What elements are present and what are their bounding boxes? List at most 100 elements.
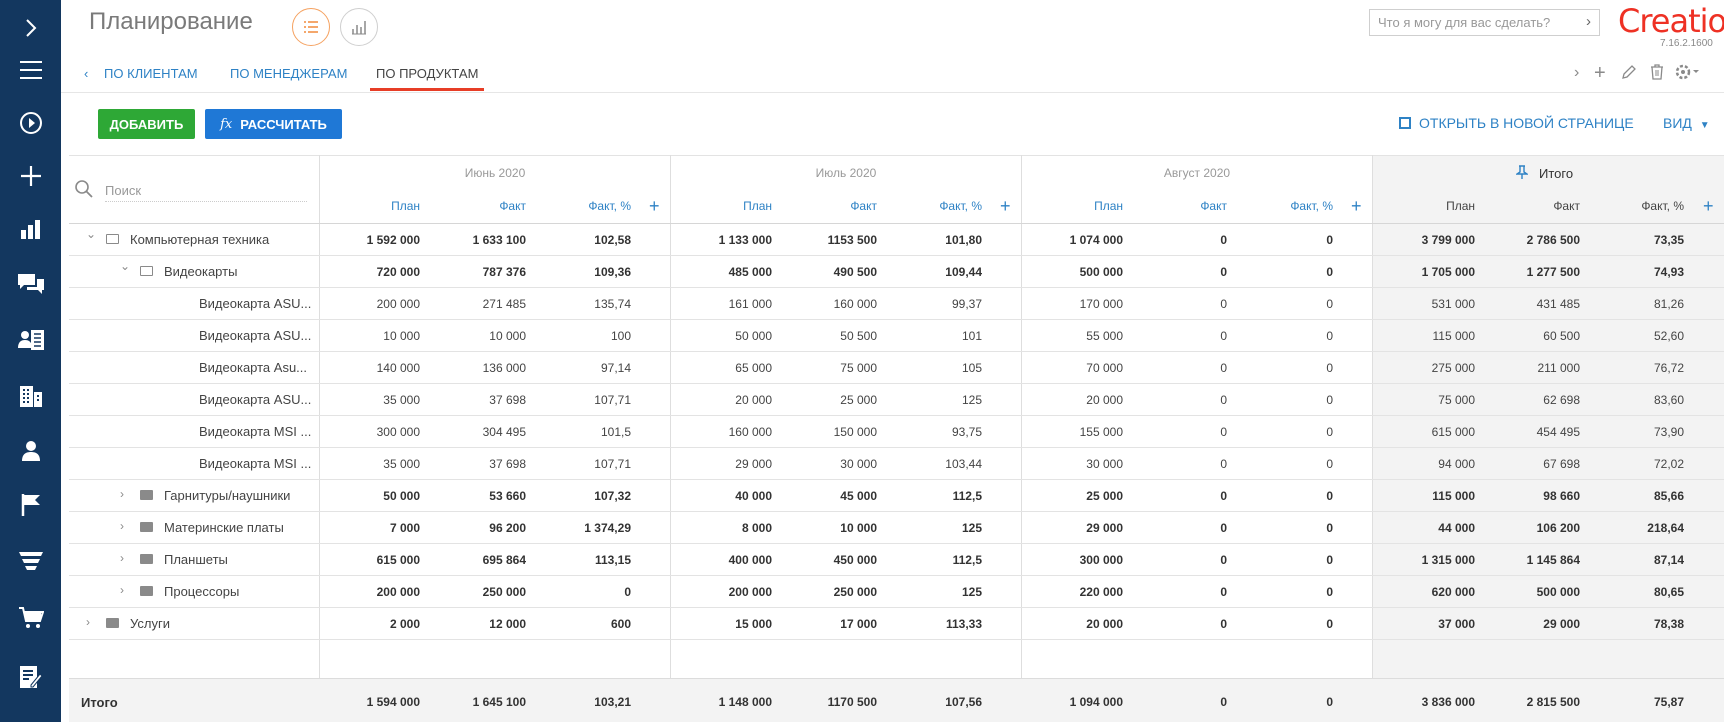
value-cell[interactable]: 0 bbox=[1238, 617, 1333, 631]
table-row[interactable]: › Гарнитуры/наушники 50 000 53 660 107,32 40 … bbox=[69, 480, 1724, 512]
value-cell[interactable]: 160 000 bbox=[677, 425, 772, 439]
value-cell[interactable]: 30 000 bbox=[1028, 457, 1123, 471]
view-menu-button[interactable]: ВИД ▼ bbox=[1663, 115, 1710, 131]
value-cell[interactable]: 1 133 000 bbox=[677, 233, 772, 247]
value-cell[interactable]: 75 000 bbox=[1380, 393, 1475, 407]
value-cell[interactable]: 72,02 bbox=[1589, 457, 1684, 471]
table-row[interactable]: › Процессоры 200 000 250 000 0 200 000 250 000… bbox=[69, 576, 1724, 608]
value-cell[interactable]: 0 bbox=[1238, 329, 1333, 343]
value-cell[interactable]: 140 000 bbox=[325, 361, 420, 375]
contact-card-icon[interactable] bbox=[0, 312, 61, 368]
value-cell[interactable]: 81,26 bbox=[1589, 297, 1684, 311]
table-row[interactable]: Видеокарта ASU... 10 000 10 000 100 50 000 50… bbox=[69, 320, 1724, 352]
value-cell[interactable]: 1 277 500 bbox=[1485, 265, 1580, 279]
value-cell[interactable]: 300 000 bbox=[1028, 553, 1123, 567]
add-button[interactable]: ДОБАВИТЬ bbox=[98, 109, 195, 139]
funnel-icon[interactable] bbox=[0, 533, 61, 589]
value-cell[interactable]: 0 bbox=[1238, 585, 1333, 599]
value-cell[interactable]: 0 bbox=[1238, 297, 1333, 311]
value-cell[interactable]: 0 bbox=[1132, 521, 1227, 535]
column-header-fact[interactable]: Факт bbox=[1490, 199, 1580, 213]
trash-icon[interactable] bbox=[1649, 64, 1665, 85]
value-cell[interactable]: 3 799 000 bbox=[1380, 233, 1475, 247]
value-cell[interactable]: 155 000 bbox=[1028, 425, 1123, 439]
value-cell[interactable]: 695 864 bbox=[431, 553, 526, 567]
value-cell[interactable]: 0 bbox=[1238, 425, 1333, 439]
chevron-right-icon[interactable]: › bbox=[86, 615, 90, 629]
value-cell[interactable]: 1 374,29 bbox=[536, 521, 631, 535]
value-cell[interactable]: 29 000 bbox=[1028, 521, 1123, 535]
value-cell[interactable]: 20 000 bbox=[1028, 617, 1123, 631]
value-cell[interactable]: 200 000 bbox=[677, 585, 772, 599]
value-cell[interactable]: 150 000 bbox=[782, 425, 877, 439]
value-cell[interactable]: 615 000 bbox=[1380, 425, 1475, 439]
add-column-icon[interactable]: + bbox=[1000, 196, 1011, 217]
value-cell[interactable]: 83,60 bbox=[1589, 393, 1684, 407]
column-header-fact-pct[interactable]: Факт, % bbox=[1243, 199, 1333, 213]
value-cell[interactable]: 35 000 bbox=[325, 393, 420, 407]
menu-icon[interactable] bbox=[0, 42, 61, 98]
value-cell[interactable]: 85,66 bbox=[1589, 489, 1684, 503]
value-cell[interactable]: 8 000 bbox=[677, 521, 772, 535]
value-cell[interactable]: 37 698 bbox=[431, 393, 526, 407]
add-icon[interactable]: + bbox=[1594, 62, 1606, 85]
value-cell[interactable]: 50 500 bbox=[782, 329, 877, 343]
value-cell[interactable]: 67 698 bbox=[1485, 457, 1580, 471]
chat-icon[interactable] bbox=[0, 256, 61, 312]
value-cell[interactable]: 76,72 bbox=[1589, 361, 1684, 375]
value-cell[interactable]: 107,71 bbox=[536, 393, 631, 407]
value-cell[interactable]: 78,38 bbox=[1589, 617, 1684, 631]
value-cell[interactable]: 271 485 bbox=[431, 297, 526, 311]
chevron-right-icon[interactable]: › bbox=[1574, 64, 1579, 82]
value-cell[interactable]: 125 bbox=[887, 393, 982, 407]
value-cell[interactable]: 73,90 bbox=[1589, 425, 1684, 439]
value-cell[interactable]: 0 bbox=[1132, 297, 1227, 311]
value-cell[interactable]: 531 000 bbox=[1380, 297, 1475, 311]
value-cell[interactable]: 1 074 000 bbox=[1028, 233, 1123, 247]
value-cell[interactable]: 101,80 bbox=[887, 233, 982, 247]
value-cell[interactable]: 0 bbox=[1132, 553, 1227, 567]
column-header-fact-pct[interactable]: Факт, % bbox=[541, 199, 631, 213]
value-cell[interactable]: 87,14 bbox=[1589, 553, 1684, 567]
value-cell[interactable]: 431 485 bbox=[1485, 297, 1580, 311]
value-cell[interactable]: 200 000 bbox=[325, 585, 420, 599]
value-cell[interactable]: 125 bbox=[887, 521, 982, 535]
calculate-button[interactable]: fx РАССЧИТАТЬ bbox=[205, 109, 342, 139]
value-cell[interactable]: 220 000 bbox=[1028, 585, 1123, 599]
cart-icon[interactable] bbox=[0, 590, 61, 646]
value-cell[interactable]: 73,35 bbox=[1589, 233, 1684, 247]
value-cell[interactable]: 75 000 bbox=[782, 361, 877, 375]
value-cell[interactable]: 96 200 bbox=[431, 521, 526, 535]
value-cell[interactable]: 25 000 bbox=[1028, 489, 1123, 503]
value-cell[interactable]: 112,5 bbox=[887, 553, 982, 567]
value-cell[interactable]: 35 000 bbox=[325, 457, 420, 471]
value-cell[interactable]: 109,44 bbox=[887, 265, 982, 279]
value-cell[interactable]: 200 000 bbox=[325, 297, 420, 311]
value-cell[interactable]: 45 000 bbox=[782, 489, 877, 503]
value-cell[interactable]: 29 000 bbox=[1485, 617, 1580, 631]
value-cell[interactable]: 787 376 bbox=[431, 265, 526, 279]
value-cell[interactable]: 0 bbox=[1132, 489, 1227, 503]
table-row[interactable]: Видеокарта Asu... 140 000 136 000 97,14 65 0… bbox=[69, 352, 1724, 384]
value-cell[interactable]: 113,33 bbox=[887, 617, 982, 631]
value-cell[interactable]: 17 000 bbox=[782, 617, 877, 631]
table-row[interactable]: › Планшеты 615 000 695 864 113,15 400 000 450 … bbox=[69, 544, 1724, 576]
value-cell[interactable]: 2 000 bbox=[325, 617, 420, 631]
column-header-plan[interactable]: План bbox=[330, 199, 420, 213]
value-cell[interactable]: 500 000 bbox=[1485, 585, 1580, 599]
tabs-back-chevron-icon[interactable]: ‹ bbox=[84, 66, 88, 81]
column-header-fact-pct[interactable]: Факт, % bbox=[892, 199, 982, 213]
value-cell[interactable]: 304 495 bbox=[431, 425, 526, 439]
user-icon[interactable] bbox=[0, 423, 61, 479]
value-cell[interactable]: 1 315 000 bbox=[1380, 553, 1475, 567]
value-cell[interactable]: 615 000 bbox=[325, 553, 420, 567]
column-header-plan[interactable]: План bbox=[682, 199, 772, 213]
value-cell[interactable]: 250 000 bbox=[782, 585, 877, 599]
value-cell[interactable]: 37 000 bbox=[1380, 617, 1475, 631]
value-cell[interactable]: 300 000 bbox=[325, 425, 420, 439]
value-cell[interactable]: 170 000 bbox=[1028, 297, 1123, 311]
gear-icon[interactable] bbox=[1674, 63, 1700, 86]
pin-icon[interactable] bbox=[1514, 165, 1530, 182]
value-cell[interactable]: 115 000 bbox=[1380, 489, 1475, 503]
chart-icon[interactable] bbox=[0, 201, 61, 257]
